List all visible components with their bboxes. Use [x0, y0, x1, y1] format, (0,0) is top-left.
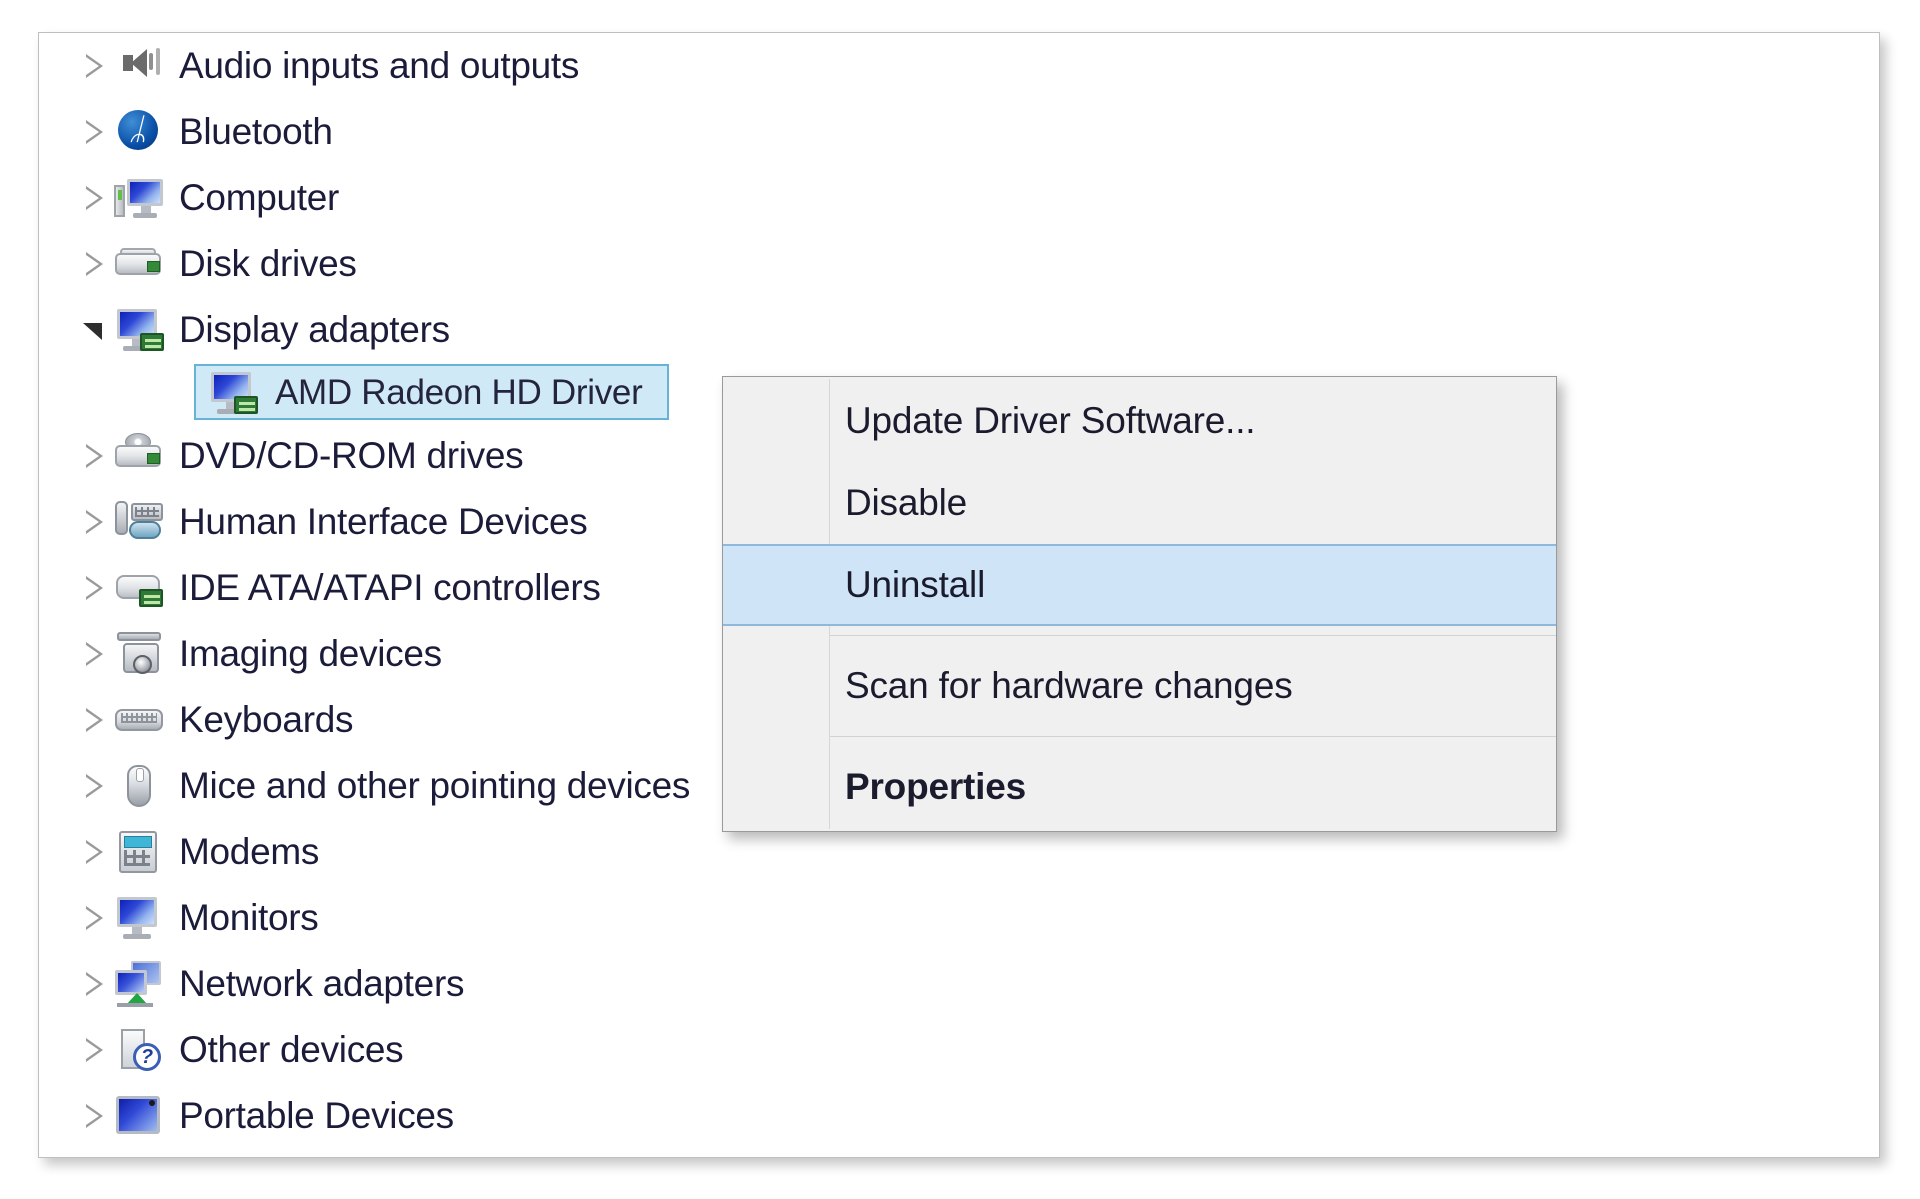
- tree-row[interactable]: Display adapters: [39, 297, 1879, 363]
- tree-row[interactable]: Portable Devices: [39, 1083, 1879, 1149]
- tree-item-label: Keyboards: [179, 699, 354, 740]
- keyboard-icon: [113, 695, 167, 745]
- tree-row[interactable]: Computer: [39, 165, 1879, 231]
- expand-triangle-closed-icon[interactable]: [73, 231, 113, 297]
- portable-device-icon: [113, 1091, 167, 1141]
- mouse-icon: [113, 761, 167, 811]
- menu-item[interactable]: Disable: [723, 462, 1556, 544]
- menu-item[interactable]: Uninstall: [723, 544, 1556, 626]
- menu-item-label: Update Driver Software...: [845, 400, 1256, 441]
- expand-triangle-closed-icon[interactable]: [73, 1017, 113, 1083]
- expand-triangle-closed-icon[interactable]: [73, 555, 113, 621]
- tree-row[interactable]: ? Other devices: [39, 1017, 1879, 1083]
- selected-device-label: AMD Radeon HD Driver: [275, 373, 643, 412]
- menu-item[interactable]: Properties: [723, 746, 1556, 828]
- tree-item-label: Monitors: [179, 897, 319, 938]
- tree-item-label: Audio inputs and outputs: [179, 45, 580, 86]
- monitor-icon: [113, 893, 167, 943]
- tree-item-label: DVD/CD-ROM drives: [179, 435, 524, 476]
- display-adapter-icon: [207, 368, 261, 418]
- tree-item-label: IDE ATA/ATAPI controllers: [179, 567, 601, 608]
- speaker-icon: [113, 41, 167, 91]
- expand-triangle-closed-icon[interactable]: [73, 753, 113, 819]
- screenshot-root: Audio inputs and outputs ᛦ Bluetooth Comput…: [0, 0, 1920, 1199]
- menu-item-label: Disable: [845, 482, 967, 523]
- ide-controller-icon: [113, 563, 167, 613]
- expand-triangle-closed-icon[interactable]: [73, 423, 113, 489]
- expand-triangle-closed-icon[interactable]: [73, 687, 113, 753]
- tree-child-content: AMD Radeon HD Driver: [39, 363, 643, 423]
- expand-triangle-closed-icon[interactable]: [73, 885, 113, 951]
- tree-item-label: Mice and other pointing devices: [179, 765, 691, 806]
- expand-triangle-open-icon[interactable]: [73, 297, 113, 363]
- dvd-drive-icon: [113, 431, 167, 481]
- expand-triangle-closed-icon[interactable]: [73, 33, 113, 99]
- context-menu-items[interactable]: Update Driver Software... Disable Uninstal…: [723, 380, 1556, 828]
- tree-item-label: Bluetooth: [179, 111, 333, 152]
- expand-triangle-closed-icon[interactable]: [73, 99, 113, 165]
- menu-item[interactable]: Scan for hardware changes: [723, 645, 1556, 727]
- menu-item-label: Properties: [845, 766, 1027, 807]
- context-menu[interactable]: Update Driver Software... Disable Uninstal…: [722, 376, 1557, 832]
- network-adapter-icon: [113, 959, 167, 1009]
- display-adapter-icon: [113, 305, 167, 355]
- expand-triangle-closed-icon[interactable]: [73, 819, 113, 885]
- bluetooth-icon: ᛦ: [113, 107, 167, 157]
- expand-triangle-closed-icon[interactable]: [73, 951, 113, 1017]
- menu-item[interactable]: Update Driver Software...: [723, 380, 1556, 462]
- tree-row[interactable]: Disk drives: [39, 231, 1879, 297]
- tree-item-label: Portable Devices: [179, 1095, 454, 1136]
- expand-triangle-closed-icon[interactable]: [73, 1083, 113, 1149]
- tree-item-label: Other devices: [179, 1029, 404, 1070]
- imaging-device-icon: [113, 629, 167, 679]
- expand-triangle-closed-icon[interactable]: [73, 489, 113, 555]
- expand-triangle-closed-icon[interactable]: [73, 165, 113, 231]
- menu-item-label: Scan for hardware changes: [845, 665, 1293, 706]
- menu-item-label: Uninstall: [845, 564, 986, 605]
- hid-icon: [113, 497, 167, 547]
- tree-item-label: Display adapters: [179, 309, 450, 350]
- disk-drive-icon: [113, 239, 167, 289]
- tree-row[interactable]: Network adapters: [39, 951, 1879, 1017]
- tree-item-label: Computer: [179, 177, 340, 218]
- computer-icon: [113, 173, 167, 223]
- tree-row[interactable]: Monitors: [39, 885, 1879, 951]
- tree-item-label: Network adapters: [179, 963, 465, 1004]
- tree-item-label: Disk drives: [179, 243, 357, 284]
- tree-item-label: Human Interface Devices: [179, 501, 588, 542]
- tree-item-label: Imaging devices: [179, 633, 442, 674]
- modem-icon: [113, 827, 167, 877]
- unknown-device-icon: ?: [113, 1025, 167, 1075]
- tree-item-label: Modems: [179, 831, 320, 872]
- menu-separator: [830, 736, 1556, 737]
- tree-row[interactable]: Audio inputs and outputs: [39, 33, 1879, 99]
- tree-row[interactable]: ᛦ Bluetooth: [39, 99, 1879, 165]
- menu-separator: [830, 635, 1556, 636]
- expand-triangle-closed-icon[interactable]: [73, 621, 113, 687]
